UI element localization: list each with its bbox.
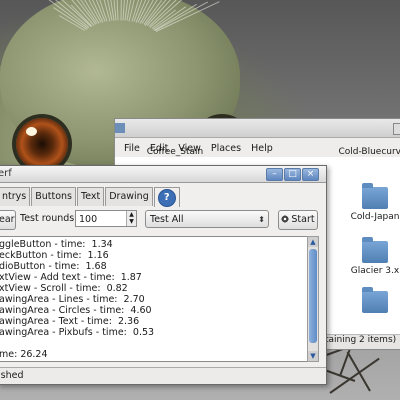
folder-icon	[362, 237, 388, 263]
folder-icon	[115, 123, 125, 133]
clear-button[interactable]: ear	[0, 210, 16, 230]
start-button[interactable]: Start	[278, 210, 318, 230]
tab-buttons[interactable]: Buttons	[31, 187, 77, 206]
result-line: awingArea - Circles - time: 4.60	[0, 305, 152, 316]
window-title: erf	[0, 168, 12, 179]
scroll-up-icon[interactable]: ▲	[308, 237, 318, 247]
tab-entries[interactable]: ntrys	[0, 187, 31, 206]
folder-item[interactable]: Cold-Japan	[340, 183, 400, 222]
tab-drawing[interactable]: Drawing	[105, 187, 153, 206]
result-line: eckButton - time: 1.16	[0, 250, 109, 261]
result-line: awingArea - Text - time: 2.36	[0, 316, 140, 327]
wallpaper-creature-left-eye	[16, 118, 68, 170]
folder-item[interactable]: Cold-Bluecurve	[330, 147, 400, 157]
scrollbar-thumb[interactable]	[309, 249, 317, 343]
test-rounds-value: 100	[79, 214, 98, 225]
test-select-value: Test All	[150, 214, 184, 225]
perf-test-window[interactable]: erf – □ × ntrys Buttons Text Drawing ? e…	[0, 165, 327, 385]
perf-window-titlebar[interactable]: erf – □ ×	[0, 166, 326, 183]
start-button-label: Start	[291, 214, 315, 225]
folder-icon	[362, 287, 388, 313]
maximize-button[interactable]: □	[284, 168, 301, 181]
test-rounds-label: Test rounds:	[20, 213, 78, 224]
test-select-dropdown[interactable]: Test All ⬍	[145, 210, 269, 228]
folder-item[interactable]: Glacier 3.x	[340, 237, 400, 276]
close-button[interactable]: ×	[302, 168, 319, 181]
dropdown-arrow-icon: ⬍	[258, 215, 265, 224]
file-manager-statusbar: taining 2 items)	[320, 334, 400, 349]
window-control-button[interactable]	[393, 123, 400, 135]
tree-branch	[346, 351, 371, 392]
tab-help[interactable]: ?	[153, 187, 180, 207]
help-icon: ?	[157, 189, 176, 207]
result-line: awingArea - Lines - time: 2.70	[0, 294, 145, 305]
result-line	[0, 338, 154, 349]
menu-help[interactable]: Help	[246, 143, 278, 154]
spinner-arrows-icon[interactable]: ▲ ▼	[126, 211, 136, 226]
result-line: xtView - Add text - time: 1.87	[0, 272, 142, 283]
folder-icon	[362, 183, 388, 209]
execute-icon	[281, 215, 290, 223]
result-line: me: 26.24	[0, 349, 48, 360]
test-rounds-spinner[interactable]: 100 ▲ ▼	[75, 210, 137, 227]
results-lines: ggleButton - time: 1.34 eckButton - time:…	[0, 239, 154, 360]
test-toolbar: ear Test rounds: 100 ▲ ▼ Test All ⬍ Start	[0, 210, 326, 230]
result-line: dioButton - time: 1.68	[0, 261, 107, 272]
folder-label: Glacier 3.x	[350, 266, 400, 276]
tab-text[interactable]: Text	[77, 187, 105, 206]
result-line: awingArea - Pixbufs - time: 0.53	[0, 327, 155, 338]
folder-item[interactable]	[340, 287, 400, 316]
perf-statusbar: ished	[0, 367, 326, 384]
test-category-tabs: ntrys Buttons Text Drawing ?	[0, 187, 181, 207]
result-line: ggleButton - time: 1.34	[0, 239, 113, 250]
folder-label: Cold-Bluecurve	[338, 147, 400, 157]
folder-label: Cold-Japan	[350, 212, 400, 222]
folder-item[interactable]: Coffee_Stain	[135, 147, 215, 157]
file-manager-titlebar[interactable]	[115, 119, 400, 138]
scroll-down-icon[interactable]: ▼	[308, 351, 318, 361]
results-textview[interactable]: ggleButton - time: 1.34 eckButton - time:…	[0, 236, 308, 362]
folder-label: Coffee_Stain	[146, 147, 204, 157]
minimize-button[interactable]: –	[266, 168, 283, 181]
result-line: xtView - Scroll - time: 0.82	[0, 283, 128, 294]
results-scrollbar[interactable]: ▲ ▼	[307, 236, 319, 362]
